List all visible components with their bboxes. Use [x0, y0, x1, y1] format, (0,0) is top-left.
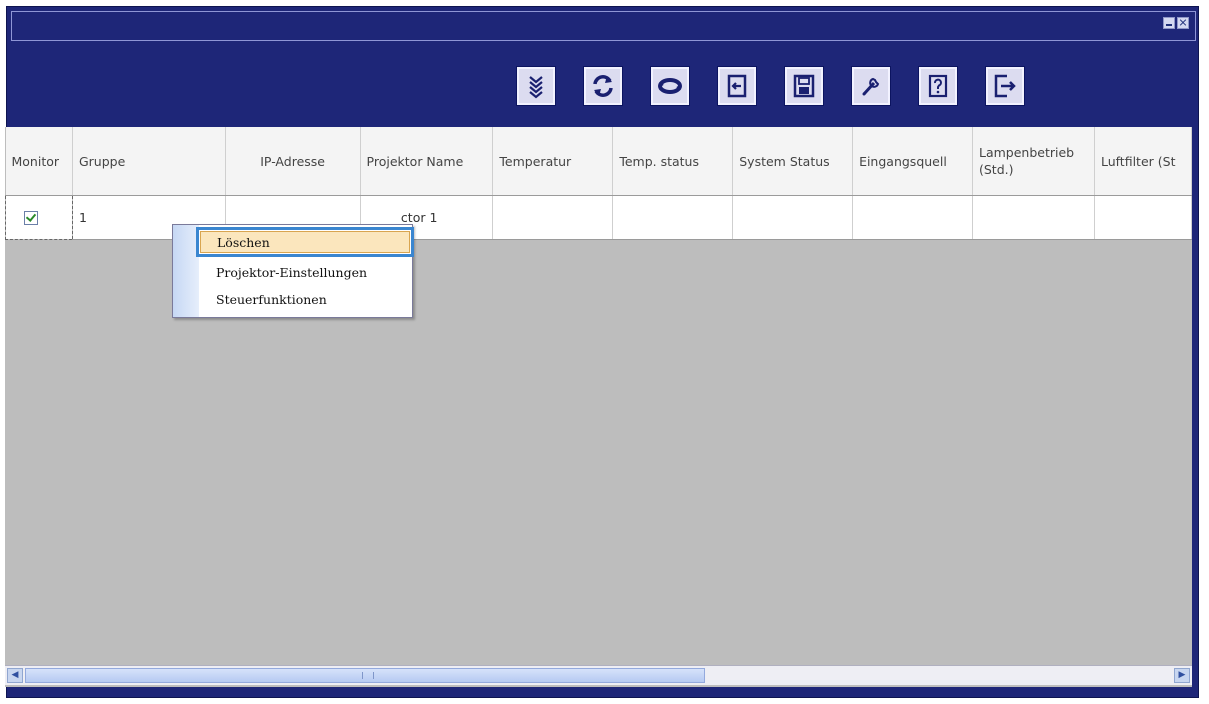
- horizontal-scrollbar[interactable]: ◀ ▶: [5, 665, 1192, 685]
- save-disk-icon: [793, 74, 815, 98]
- sync-icon: [658, 78, 682, 94]
- column-header-temperatur[interactable]: Temperatur: [492, 127, 614, 196]
- exit-button[interactable]: [986, 67, 1024, 105]
- scroll-right-icon[interactable]: ▶: [1174, 668, 1190, 683]
- help-icon: [928, 74, 948, 98]
- expand-down-button[interactable]: [517, 67, 555, 105]
- context-menu-item-projektor-einstellungen[interactable]: Projektor-Einstellungen: [200, 262, 410, 284]
- column-header-luftfilter[interactable]: Luftfilter (St: [1094, 127, 1192, 196]
- context-menu-item-loeschen[interactable]: Löschen: [196, 227, 414, 257]
- monitor-checkbox[interactable]: [24, 210, 38, 225]
- column-header-lampenbetrieb[interactable]: Lampenbetrieb (Std.): [972, 127, 1095, 196]
- system-status-cell: [732, 195, 854, 240]
- sync-button[interactable]: [651, 67, 689, 105]
- temp-status-cell: [612, 195, 734, 240]
- settings-wrench-button[interactable]: [852, 67, 890, 105]
- context-menu-item-steuerfunktionen[interactable]: Steuerfunktionen: [200, 289, 410, 311]
- context-menu: Löschen Projektor-Einstellungen Steuerfu…: [172, 224, 414, 318]
- temperatur-cell: [492, 195, 614, 240]
- refresh-icon: [593, 75, 613, 97]
- eingang-cell: [852, 195, 973, 240]
- column-header-eingangsquell[interactable]: Eingangsquell: [852, 127, 973, 196]
- refresh-button[interactable]: [584, 67, 622, 105]
- minimize-icon[interactable]: [1163, 17, 1175, 29]
- help-button[interactable]: [919, 67, 957, 105]
- close-icon[interactable]: [1177, 17, 1189, 29]
- column-header-system-status[interactable]: System Status: [732, 127, 854, 196]
- toolbar: [517, 67, 1053, 105]
- projector-list-area: Monitor Gruppe IP-Adresse Projektor Name…: [5, 127, 1192, 687]
- scrollbar-grip-icon: [362, 672, 374, 679]
- title-bar: [11, 11, 1196, 41]
- column-header-monitor[interactable]: Monitor: [5, 127, 73, 196]
- import-icon: [727, 74, 747, 98]
- table-header-row: Monitor Gruppe IP-Adresse Projektor Name…: [5, 127, 1192, 196]
- lampe-cell: [972, 195, 1095, 240]
- import-button[interactable]: [718, 67, 756, 105]
- column-header-temp-status[interactable]: Temp. status: [612, 127, 734, 196]
- scrollbar-thumb[interactable]: [25, 668, 705, 683]
- wrench-icon: [862, 77, 880, 96]
- save-button[interactable]: [785, 67, 823, 105]
- scroll-left-icon[interactable]: ◀: [7, 668, 23, 683]
- luftfilter-cell: [1094, 195, 1192, 240]
- context-menu-icon-strip: [173, 225, 199, 317]
- column-header-ip-adresse[interactable]: IP-Adresse: [225, 127, 361, 196]
- column-header-gruppe[interactable]: Gruppe: [72, 127, 226, 196]
- window-controls: [1163, 17, 1189, 29]
- expand-down-icon: [529, 76, 543, 99]
- exit-icon: [994, 74, 1016, 98]
- monitor-cell[interactable]: [5, 195, 73, 240]
- column-header-projektor-name[interactable]: Projektor Name: [360, 127, 494, 196]
